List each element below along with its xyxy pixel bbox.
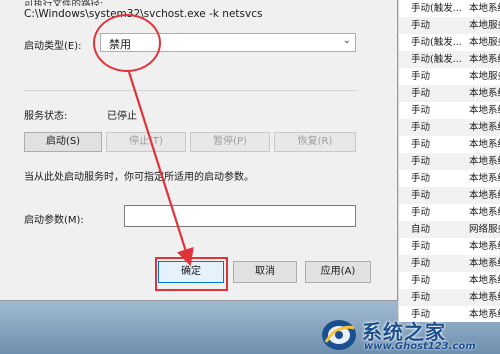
watermark-url: www.Ghost123.com [364,341,476,352]
watermark-logo: 系统之家 www.Ghost123.com [318,316,500,354]
globe-logo-icon [322,320,356,350]
annotation-arrow [127,71,194,267]
